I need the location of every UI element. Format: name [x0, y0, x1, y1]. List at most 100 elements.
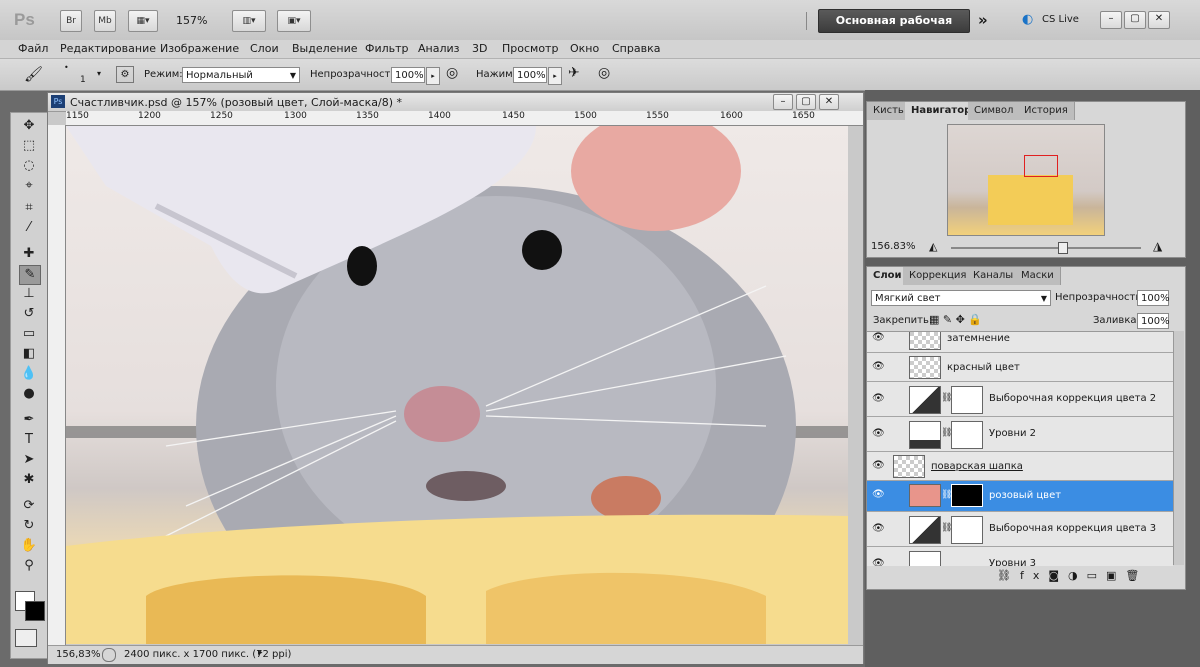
image-canvas[interactable]: [66, 126, 848, 644]
clone-stamp-tool-icon[interactable]: ⊥: [19, 285, 39, 303]
blur-tool-icon[interactable]: 💧: [19, 365, 39, 383]
tab-adjustments[interactable]: Коррекция: [903, 267, 974, 285]
brush-tool-preset-icon[interactable]: 🖌: [24, 65, 43, 83]
lasso-tool-icon[interactable]: ◌: [19, 157, 39, 175]
status-menu-arrow-icon[interactable]: ▸: [258, 648, 263, 658]
view-extras-icon[interactable]: ▦▾: [128, 10, 158, 32]
menu-layer[interactable]: Слои: [250, 42, 279, 55]
layer-row[interactable]: 👁 Уровни 3: [867, 547, 1173, 566]
layers-scrollbar[interactable]: [1173, 331, 1184, 565]
menu-image[interactable]: Изображение: [160, 42, 239, 55]
layer-row-selected[interactable]: 👁 ⛓ розовый цвет: [867, 481, 1173, 512]
layer-opacity-input[interactable]: 100%: [1137, 290, 1170, 306]
airbrush-icon[interactable]: ✈: [568, 65, 580, 81]
menu-view[interactable]: Просмотр: [502, 42, 558, 55]
cs-live-menu[interactable]: CS Live: [1042, 14, 1079, 25]
mini-bridge-button[interactable]: Mb: [94, 10, 116, 32]
eraser-tool-icon[interactable]: ▭: [19, 325, 39, 343]
eye-icon[interactable]: 👁: [872, 523, 885, 534]
arrange-documents-icon[interactable]: ▥▾: [232, 10, 266, 32]
type-tool-icon[interactable]: T: [19, 431, 39, 449]
eye-icon[interactable]: 👁: [872, 332, 885, 343]
more-workspaces-icon[interactable]: »: [978, 11, 988, 29]
layer-row[interactable]: 👁 ⛓ Выборочная коррекция цвета 3: [867, 512, 1173, 547]
tablet-pressure-size-icon[interactable]: ◎: [598, 65, 610, 81]
zoom-out-icon[interactable]: ◭: [929, 240, 937, 253]
layer-row[interactable]: 👁 поварская шапка: [867, 452, 1173, 481]
flow-slider-arrow-icon[interactable]: ▸: [548, 67, 562, 85]
eyedropper-tool-icon[interactable]: ⁄: [19, 219, 39, 237]
bridge-button[interactable]: Br: [60, 10, 82, 32]
hand-tool-icon[interactable]: ✋: [19, 537, 39, 555]
doc-close-button[interactable]: ✕: [819, 94, 839, 110]
marquee-tool-icon[interactable]: ⬚: [19, 137, 39, 155]
dodge-tool-icon[interactable]: ●: [19, 385, 39, 403]
opacity-slider-arrow-icon[interactable]: ▸: [426, 67, 440, 85]
fill-input[interactable]: 100%: [1137, 313, 1170, 329]
3d-rotate-tool-icon[interactable]: ⟳: [19, 497, 39, 515]
view-rectangle[interactable]: [1024, 155, 1058, 177]
minimize-button[interactable]: –: [1100, 11, 1122, 29]
layer-row[interactable]: 👁 ⛓ Уровни 2: [867, 417, 1173, 452]
quick-mask-icon[interactable]: [15, 629, 37, 647]
path-selection-tool-icon[interactable]: ➤: [19, 451, 39, 469]
eye-icon[interactable]: 👁: [872, 460, 885, 471]
lock-icons[interactable]: ▦ ✎ ✥ 🔒: [929, 313, 982, 326]
status-info-icon[interactable]: [102, 648, 116, 662]
layer-row[interactable]: 👁 красный цвет: [867, 353, 1173, 382]
zoom-slider[interactable]: [951, 242, 1141, 254]
menu-3d[interactable]: 3D: [472, 42, 487, 55]
zoom-status[interactable]: 156,83%: [56, 649, 101, 660]
tab-masks[interactable]: Маски: [1015, 267, 1061, 285]
tab-character[interactable]: Символ: [968, 102, 1021, 120]
zoom-level-menu[interactable]: 157%: [176, 14, 207, 27]
layer-row[interactable]: 👁 затемнение: [867, 332, 1173, 353]
menu-window[interactable]: Окно: [570, 42, 599, 55]
eye-icon[interactable]: 👁: [872, 393, 885, 404]
close-button[interactable]: ✕: [1148, 11, 1170, 29]
menu-select[interactable]: Выделение: [292, 42, 358, 55]
quick-select-tool-icon[interactable]: ⌖: [19, 177, 39, 195]
zoom-in-icon[interactable]: ◮: [1153, 239, 1162, 253]
zoom-slider-handle[interactable]: [1058, 242, 1068, 254]
screen-mode-icon[interactable]: ▣▾: [277, 10, 311, 32]
crop-tool-icon[interactable]: ⌗: [19, 199, 39, 217]
opacity-input[interactable]: 100%: [391, 67, 425, 83]
history-brush-tool-icon[interactable]: ↺: [19, 305, 39, 323]
blend-mode-select[interactable]: Нормальный ▼: [182, 67, 300, 83]
eye-icon[interactable]: 👁: [872, 361, 885, 372]
pen-tool-icon[interactable]: ✒: [19, 411, 39, 429]
move-tool-icon[interactable]: ✥: [19, 117, 39, 135]
eye-icon[interactable]: 👁: [872, 489, 885, 500]
doc-maximize-button[interactable]: ▢: [796, 94, 816, 110]
maximize-button[interactable]: ▢: [1124, 11, 1146, 29]
zoom-tool-icon[interactable]: ⚲: [19, 557, 39, 575]
eye-icon[interactable]: 👁: [872, 558, 885, 566]
layers-bottom-toolbar[interactable]: ⛓fx◙◑▭▣🗑: [997, 569, 1148, 582]
brush-tool-icon[interactable]: ✎: [19, 265, 41, 285]
menu-analysis[interactable]: Анализ: [418, 42, 460, 55]
navigator-zoom-value[interactable]: 156.83%: [871, 241, 916, 252]
brush-panel-toggle-icon[interactable]: ⚙: [116, 66, 134, 83]
menu-filter[interactable]: Фильтр: [365, 42, 409, 55]
gradient-tool-icon[interactable]: ◧: [19, 345, 39, 363]
workspace-switcher[interactable]: Основная рабочая среда: [818, 9, 970, 49]
menu-edit[interactable]: Редактирование: [60, 42, 156, 55]
brush-picker-dots[interactable]: •: [64, 63, 69, 72]
background-color-swatch[interactable]: [25, 601, 45, 621]
3d-orbit-tool-icon[interactable]: ↻: [19, 517, 39, 535]
tablet-pressure-opacity-icon[interactable]: ◎: [446, 65, 458, 81]
layer-blend-mode-select[interactable]: Мягкий свет ▼: [871, 290, 1051, 306]
healing-brush-tool-icon[interactable]: ✚: [19, 245, 39, 263]
flow-input[interactable]: 100%: [513, 67, 547, 83]
doc-minimize-button[interactable]: –: [773, 94, 793, 110]
navigator-preview[interactable]: [947, 124, 1105, 236]
brush-picker-arrow-icon[interactable]: ▾: [97, 69, 101, 78]
shape-tool-icon[interactable]: ✱: [19, 471, 39, 489]
menu-help[interactable]: Справка: [612, 42, 660, 55]
tab-channels[interactable]: Каналы: [967, 267, 1021, 285]
layer-row[interactable]: 👁 ⛓ Выборочная коррекция цвета 2: [867, 382, 1173, 417]
menu-file[interactable]: Файл: [18, 42, 48, 55]
brush-size-value[interactable]: 1: [80, 75, 86, 85]
tab-history[interactable]: История: [1018, 102, 1075, 120]
